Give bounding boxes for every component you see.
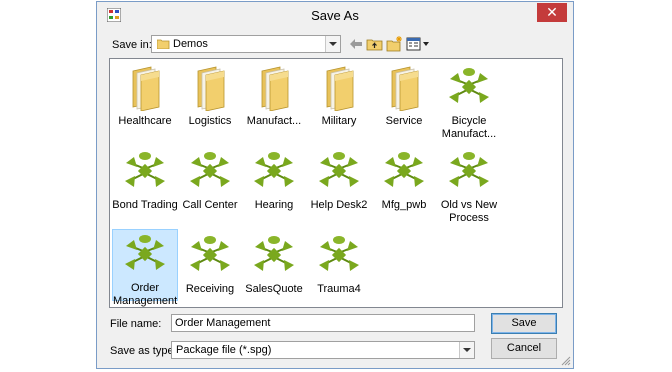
- window-title: Save As: [311, 8, 359, 23]
- package-icon: [319, 236, 359, 271]
- list-item[interactable]: Manufact...: [241, 63, 307, 128]
- back-arrow-icon[interactable]: [347, 35, 365, 53]
- file-list-view[interactable]: Healthcare Logistics Manufact... Military Se…: [109, 58, 563, 308]
- list-item[interactable]: Receiving: [177, 231, 243, 296]
- save-as-type-value: Package file (*.spg): [176, 344, 272, 356]
- chevron-down-icon[interactable]: [459, 342, 474, 358]
- list-item[interactable]: Bond Trading: [112, 147, 178, 212]
- list-item[interactable]: Old vs New Process: [436, 147, 502, 225]
- save-button[interactable]: Save: [491, 313, 557, 334]
- package-icon: [125, 152, 165, 187]
- list-item[interactable]: Service: [371, 63, 437, 128]
- save-as-dialog: Save As ✕ Save in: Demos Healthcare Logis…: [96, 1, 574, 369]
- item-label: Bicycle Manufact...: [441, 115, 497, 140]
- chevron-down-icon[interactable]: [325, 36, 340, 52]
- item-label: Old vs New Process: [440, 199, 498, 224]
- new-folder-icon[interactable]: [386, 35, 404, 53]
- item-label: Military: [321, 115, 357, 127]
- folder-icon: [157, 39, 170, 49]
- close-icon: ✕: [546, 4, 558, 20]
- resize-grip-icon[interactable]: [561, 356, 571, 366]
- item-label: Healthcare: [118, 115, 172, 127]
- save-in-label: Save in:: [112, 39, 152, 51]
- title-bar[interactable]: Save As ✕: [97, 2, 573, 28]
- close-button[interactable]: ✕: [537, 3, 567, 22]
- folder-icon: [132, 66, 160, 111]
- save-in-value: Demos: [173, 38, 208, 50]
- save-as-type-dropdown[interactable]: Package file (*.spg): [171, 341, 475, 359]
- item-label: Mfg_pwb: [381, 199, 427, 211]
- package-icon: [190, 236, 230, 271]
- item-label: Help Desk2: [310, 199, 368, 211]
- item-label: SalesQuote: [245, 283, 303, 295]
- list-item[interactable]: Help Desk2: [306, 147, 372, 212]
- list-item[interactable]: Healthcare: [112, 63, 178, 128]
- save-in-dropdown[interactable]: Demos: [151, 35, 341, 53]
- package-icon: [190, 152, 230, 187]
- list-item[interactable]: Call Center: [177, 147, 243, 212]
- save-as-type-label: Save as type:: [110, 345, 177, 357]
- folder-icon: [326, 66, 354, 111]
- folder-icon: [197, 66, 225, 111]
- list-item[interactable]: Logistics: [177, 63, 243, 128]
- list-item[interactable]: Military: [306, 63, 372, 128]
- folder-icon: [391, 66, 419, 111]
- item-label: Call Center: [182, 199, 238, 211]
- item-label: Trauma4: [317, 283, 361, 295]
- folder-icon: [261, 66, 289, 111]
- item-label: Bond Trading: [112, 199, 178, 211]
- file-name-field[interactable]: Order Management: [171, 314, 475, 332]
- view-menu-icon[interactable]: [406, 35, 432, 53]
- item-label: Hearing: [254, 199, 294, 211]
- package-icon: [254, 152, 294, 187]
- list-item[interactable]: Order Management: [112, 229, 178, 307]
- package-icon: [449, 152, 489, 187]
- cancel-button[interactable]: Cancel: [491, 338, 557, 359]
- package-icon: [319, 152, 359, 187]
- list-item[interactable]: Trauma4: [306, 231, 372, 296]
- list-item[interactable]: Bicycle Manufact...: [436, 63, 502, 141]
- package-icon: [384, 152, 424, 187]
- up-folder-icon[interactable]: [366, 35, 384, 53]
- file-name-label: File name:: [110, 318, 162, 330]
- item-label: Manufact...: [246, 115, 302, 127]
- list-item[interactable]: Hearing: [241, 147, 307, 212]
- item-label: Service: [385, 115, 423, 127]
- item-label: Logistics: [188, 115, 232, 127]
- item-label: Order Management: [113, 282, 178, 307]
- package-icon: [254, 236, 294, 271]
- list-item[interactable]: Mfg_pwb: [371, 147, 437, 212]
- package-icon: [125, 235, 165, 270]
- package-icon: [449, 68, 489, 103]
- item-label: Receiving: [185, 283, 235, 295]
- list-item[interactable]: SalesQuote: [241, 231, 307, 296]
